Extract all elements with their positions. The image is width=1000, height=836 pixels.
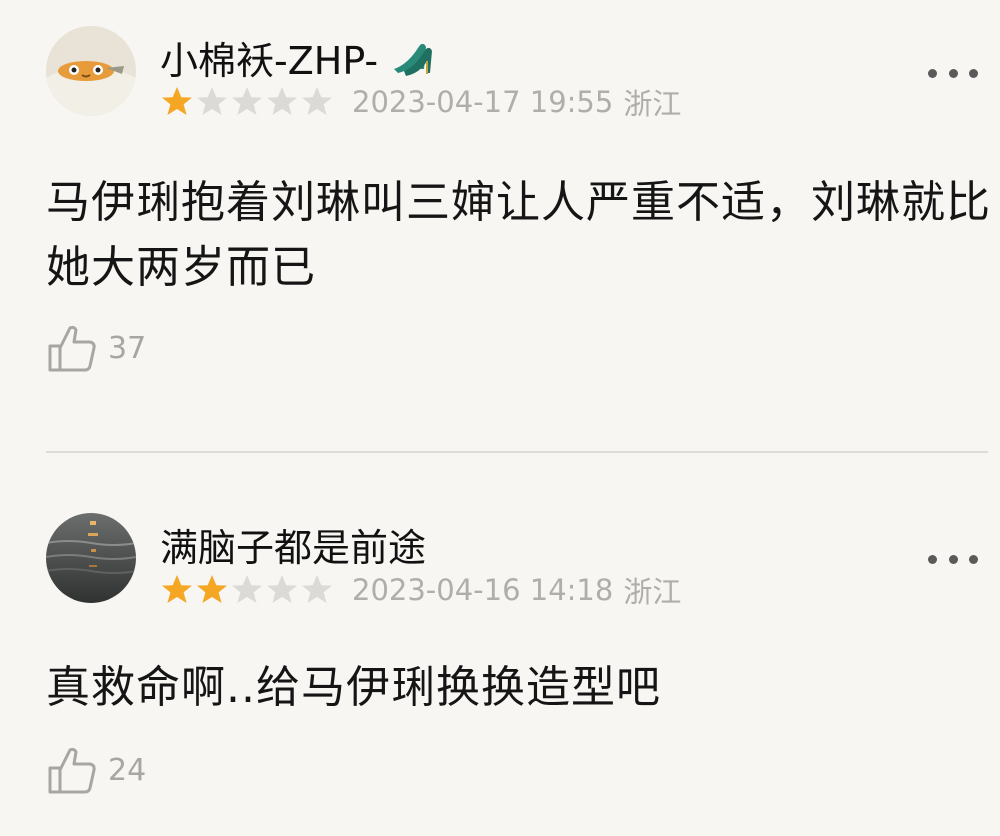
user-avatar[interactable]: [46, 513, 136, 603]
like-count: 37: [108, 330, 147, 366]
more-options-icon[interactable]: [928, 544, 978, 574]
star-empty-icon: [197, 87, 227, 115]
more-options-icon[interactable]: [928, 58, 978, 88]
like-count: 24: [108, 752, 147, 788]
star-filled-icon: [197, 575, 227, 603]
comment-divider: [46, 451, 988, 453]
more-dot: [969, 554, 978, 564]
location: 浙江: [623, 575, 682, 609]
star-filled-icon: [162, 87, 192, 115]
high-heel-shoes-icon: [390, 39, 436, 83]
username-row: 满脑子都是前途: [160, 523, 426, 573]
star-empty-icon: [232, 87, 262, 115]
comment-body: 真救命啊..给马伊琍换换造型吧: [46, 655, 996, 720]
comment-body: 马伊琍抱着刘琳叫三婶让人严重不适，刘琳就比 她大两岁而已: [46, 170, 996, 300]
like-button[interactable]: 24: [46, 742, 146, 798]
star-empty-icon: [302, 87, 332, 115]
night-water-avatar-icon: [46, 513, 136, 603]
thumbs-up-icon: [48, 325, 96, 372]
comment-body-line: 真救命啊..给马伊琍换换造型吧: [46, 662, 661, 713]
rating-meta-row: 2023-04-17 19:55 浙江: [160, 82, 681, 122]
timestamp: 2023-04-17 19:55: [352, 85, 614, 119]
timestamp: 2023-04-16 14:18: [352, 573, 614, 607]
rating-meta-row: 2023-04-16 14:18 浙江: [160, 570, 681, 610]
star-filled-icon: [162, 575, 192, 603]
star-rating: [160, 573, 334, 607]
star-empty-icon: [232, 575, 262, 603]
more-dot: [948, 68, 958, 78]
star-empty-icon: [267, 87, 297, 115]
username-row: 小棉袄-ZHP-: [160, 36, 436, 86]
star-empty-icon: [302, 575, 332, 603]
cartoon-face-avatar-icon: [46, 26, 136, 116]
star-rating: [160, 85, 334, 119]
user-avatar[interactable]: [46, 26, 136, 116]
more-dot: [928, 68, 937, 78]
comment-body-line: 她大两岁而已: [46, 242, 316, 293]
comment-body-line: 马伊琍抱着刘琳叫三婶让人严重不适，刘琳就比: [46, 177, 991, 228]
more-dot: [928, 554, 937, 564]
username[interactable]: 满脑子都是前途: [160, 523, 426, 573]
username[interactable]: 小棉袄-ZHP-: [160, 36, 378, 86]
thumbs-up-icon: [48, 747, 96, 794]
star-empty-icon: [267, 575, 297, 603]
more-dot: [948, 554, 958, 564]
like-button[interactable]: 37: [46, 320, 146, 376]
more-dot: [969, 68, 978, 78]
location: 浙江: [623, 87, 682, 121]
